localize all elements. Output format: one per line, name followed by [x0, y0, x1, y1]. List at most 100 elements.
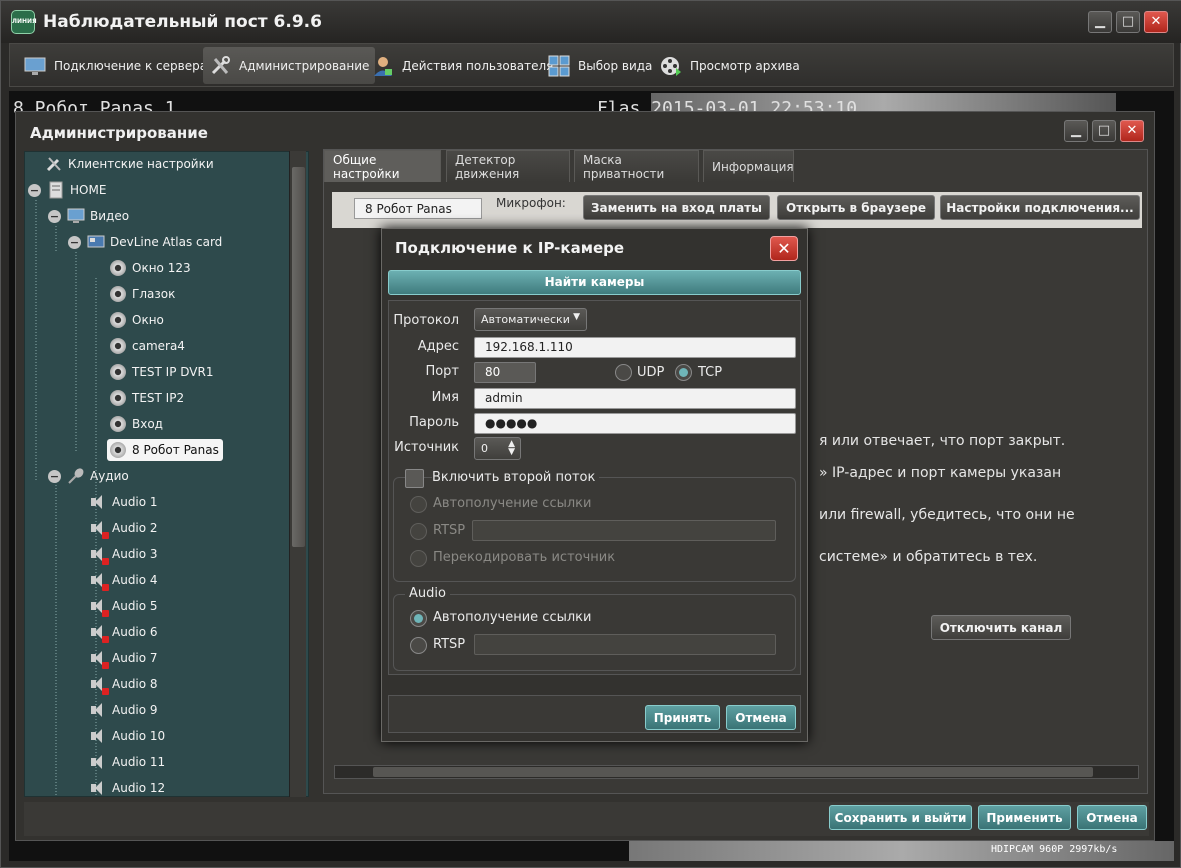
tree-label: Audio 4 [112, 573, 158, 587]
collapse-icon[interactable]: − [68, 235, 81, 249]
tree-scrollbar[interactable] [289, 151, 306, 797]
audio-rtsp-radio[interactable] [410, 637, 427, 654]
tree-label: Audio 6 [112, 625, 158, 639]
titlebar: ЛИНИЯ Наблюдательный пост 6.9.6 ▁ □ ✕ [1, 1, 1181, 43]
tree-item-audio-channel[interactable]: Audio 10 [89, 725, 165, 747]
camera-icon [109, 363, 127, 381]
tree-scroll-thumb[interactable] [292, 167, 305, 547]
admin-minimize-button[interactable]: ▁ [1064, 120, 1088, 142]
tree-item-audio-channel[interactable]: Audio 3 [89, 543, 158, 565]
password-field[interactable]: ●●●●● [474, 413, 796, 434]
collapse-icon[interactable]: − [48, 209, 61, 223]
tcp-radio[interactable] [675, 364, 692, 381]
toolbar-label: Подключение к серверам [54, 58, 217, 73]
device-tree: Клиентские настройки − HOME − Видео − De… [24, 151, 309, 797]
tree-item-camera[interactable]: Глазок [109, 283, 175, 305]
tree-item-audio-channel[interactable]: Audio 1 [89, 491, 158, 513]
h-scroll-thumb[interactable] [373, 767, 1093, 777]
tree-label: Вход [132, 417, 163, 431]
second-rtsp-label: RTSP [433, 523, 466, 538]
accept-button[interactable]: Принять [645, 705, 720, 730]
toolbar-view-select[interactable]: Выбор вида [542, 47, 658, 84]
speaker-icon [89, 727, 107, 745]
tree-item-home[interactable]: − HOME [28, 179, 106, 201]
channel-name-field[interactable]: 8 Робот Panas [354, 198, 482, 219]
toolbar-administration[interactable]: Администрирование [203, 47, 376, 84]
second-stream-checkbox[interactable] [405, 469, 424, 488]
tree-item-camera[interactable]: Вход [109, 413, 163, 435]
tree-item-audio-channel[interactable]: Audio 8 [89, 673, 158, 695]
maximize-button[interactable]: □ [1116, 11, 1140, 33]
apply-button[interactable]: Применить [978, 805, 1071, 830]
speaker-error-icon [89, 597, 109, 617]
udp-radio[interactable] [615, 364, 632, 381]
disable-channel-button[interactable]: Отключить канал [931, 615, 1071, 640]
admin-close-button[interactable]: ✕ [1120, 120, 1144, 142]
collapse-icon[interactable]: − [28, 183, 41, 197]
toolbar-user-actions[interactable]: Действия пользователя [366, 47, 559, 84]
speaker-icon [89, 493, 107, 511]
toolbar-archive[interactable]: Просмотр архива [654, 47, 806, 84]
tree-item-audio-channel[interactable]: Audio 9 [89, 699, 158, 721]
chevron-down-icon: ▼ [573, 312, 580, 322]
find-cameras-button[interactable]: Найти камеры [388, 270, 801, 295]
audio-auto-link-radio[interactable] [410, 610, 427, 627]
dialog-cancel-button[interactable]: Отмена [726, 705, 796, 730]
audio-rtsp-label: RTSP [433, 637, 466, 652]
tree-item-camera[interactable]: camera4 [109, 335, 185, 357]
replace-input-button[interactable]: Заменить на вход платы [583, 195, 770, 220]
main-toolbar: Подключение к серверам Администрирование… [9, 43, 1174, 87]
second-rtsp-field[interactable] [472, 520, 776, 541]
tree-item-camera[interactable]: TEST IP2 [109, 387, 184, 409]
cancel-button[interactable]: Отмена [1077, 805, 1147, 830]
toolbar-label: Действия пользователя [402, 58, 554, 73]
save-exit-button[interactable]: Сохранить и выйти [829, 805, 972, 830]
tree-item-audio-channel[interactable]: Audio 7 [89, 647, 158, 669]
tree-item-client-settings[interactable]: Клиентские настройки [45, 153, 214, 175]
horizontal-scrollbar[interactable] [334, 765, 1139, 779]
collapse-icon[interactable]: − [48, 469, 61, 483]
toolbar-connect-servers[interactable]: Подключение к серверам [18, 47, 222, 84]
monitor-icon [24, 55, 46, 77]
transcode-radio[interactable] [410, 550, 427, 567]
tools-icon [209, 55, 231, 77]
toolbar-label: Администрирование [239, 58, 370, 73]
tree-item-camera[interactable]: Окно 123 [109, 257, 191, 279]
tab-info[interactable]: Информация [703, 150, 794, 182]
protocol-select[interactable]: Автоматически ▼ [474, 308, 587, 331]
source-spinner[interactable]: 0 ▲ ▼ [474, 437, 521, 460]
connection-settings-button[interactable]: Настройки подключения... [940, 195, 1140, 220]
tree-item-video[interactable]: − Видео [48, 205, 129, 227]
minimize-button[interactable]: ▁ [1088, 11, 1112, 33]
tab-motion-detector[interactable]: Детектор движения [446, 150, 570, 182]
server-icon [47, 181, 65, 199]
password-label: Пароль [409, 415, 459, 430]
close-button[interactable]: ✕ [1144, 11, 1168, 33]
username-field[interactable]: admin [474, 388, 796, 409]
address-field[interactable]: 192.168.1.110 [474, 337, 796, 358]
tree-label: Audio 3 [112, 547, 158, 561]
tree-item-audio-channel[interactable]: Audio 11 [89, 751, 165, 773]
tab-privacy-mask[interactable]: Маска приватности [574, 150, 699, 182]
tree-item-audio-channel[interactable]: Audio 5 [89, 595, 158, 617]
tree-item-audio-channel[interactable]: Audio 4 [89, 569, 158, 591]
tree-label: TEST IP2 [132, 391, 185, 405]
audio-rtsp-field[interactable] [474, 634, 776, 655]
second-auto-link-radio[interactable] [410, 496, 427, 513]
tree-item-audio-channel[interactable]: Audio 6 [89, 621, 158, 643]
tree-item-audio-channel[interactable]: Audio 12 [89, 777, 165, 796]
tab-general[interactable]: Общие настройки [324, 150, 441, 182]
tree-item-camera-selected[interactable]: 8 Робот Panas [107, 439, 223, 461]
tree-label: Audio 1 [112, 495, 158, 509]
tree-item-camera[interactable]: Окно [109, 309, 164, 331]
tree-item-devline-card[interactable]: − DevLine Atlas card [68, 231, 222, 253]
tree-item-audio-channel[interactable]: Audio 2 [89, 517, 158, 539]
admin-maximize-button[interactable]: □ [1092, 120, 1116, 142]
audio-group [393, 594, 796, 671]
tree-item-camera[interactable]: TEST IP DVR1 [109, 361, 213, 383]
dialog-close-button[interactable]: ✕ [770, 236, 798, 261]
open-browser-button[interactable]: Открыть в браузере [777, 195, 935, 220]
tree-item-audio[interactable]: − Аудио [48, 465, 129, 487]
port-field[interactable]: 80 [474, 362, 536, 383]
second-rtsp-radio[interactable] [410, 523, 427, 540]
